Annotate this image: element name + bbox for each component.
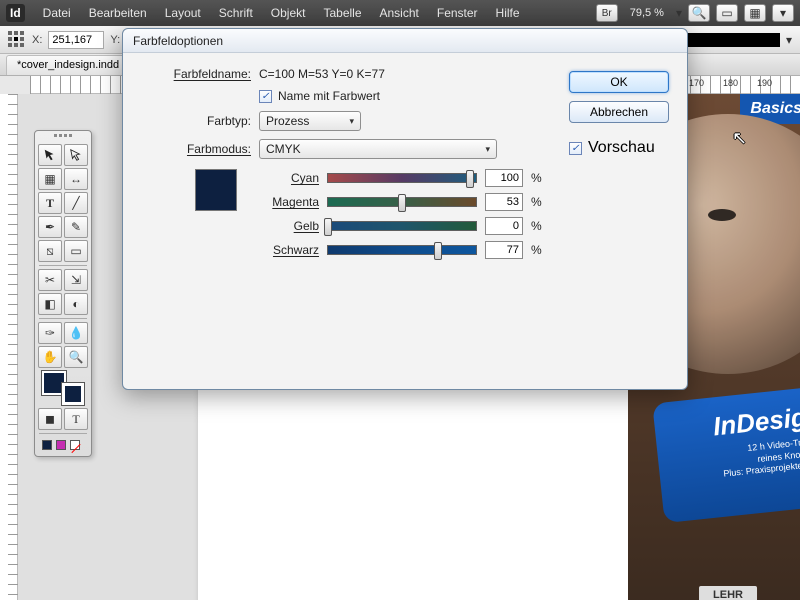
dialog-title[interactable]: Farbfeldoptionen: [123, 29, 687, 53]
percent-label: %: [531, 243, 545, 257]
reference-point-icon[interactable]: [8, 31, 26, 49]
color-chip[interactable]: [42, 440, 52, 450]
free-transform-tool[interactable]: ⇲: [64, 269, 88, 291]
apply-text-button[interactable]: T: [64, 408, 88, 430]
magenta-label: Magenta: [259, 195, 319, 209]
menu-bearbeiten[interactable]: Bearbeiten: [81, 4, 155, 22]
x-label: X:: [32, 34, 42, 46]
panel-grip-icon[interactable]: [38, 134, 88, 142]
ruler-tick-label: 180: [723, 78, 738, 88]
zoom-level[interactable]: 79,5 %: [624, 7, 670, 19]
cyan-label: Cyan: [259, 171, 319, 185]
black-label: Schwarz: [259, 243, 319, 257]
cancel-button[interactable]: Abbrechen: [569, 101, 669, 123]
menu-schrift[interactable]: Schrift: [211, 4, 261, 22]
percent-label: %: [531, 171, 545, 185]
zoom-tool[interactable]: 🔍: [64, 346, 88, 368]
tools-panel[interactable]: ▦ ↔ T ╱ ✒ ✎ ⧅ ▭ ✂ ⇲ ◧ ◐ ✑ 💧 ✋: [34, 130, 92, 457]
color-preview-swatch: [195, 169, 237, 211]
swatch-name-value: C=100 M=53 Y=0 K=77: [259, 67, 385, 81]
cyan-slider[interactable]: [327, 173, 477, 183]
slider-thumb-icon[interactable]: [398, 194, 406, 212]
x-field[interactable]: [48, 31, 104, 49]
ruler-vertical[interactable]: [0, 94, 18, 600]
color-chip[interactable]: [56, 440, 66, 450]
ok-button[interactable]: OK: [569, 71, 669, 93]
line-tool[interactable]: ╱: [64, 192, 88, 214]
checkmark-icon: ✓: [259, 90, 272, 103]
percent-label: %: [531, 195, 545, 209]
cover-title-box: InDesign 12 h Video-Training reines Know…: [652, 385, 800, 523]
slider-thumb-icon[interactable]: [434, 242, 442, 260]
app-logo-icon: Id: [6, 4, 25, 22]
ruler-tick-label: 190: [757, 78, 772, 88]
menu-fenster[interactable]: Fenster: [429, 4, 486, 22]
stroke-color-icon[interactable]: [62, 383, 84, 405]
stroke-style-preview[interactable]: [680, 33, 780, 47]
chevron-down-icon[interactable]: ▾: [676, 7, 682, 19]
checkmark-icon: ✓: [569, 142, 582, 155]
scissors-tool[interactable]: ✂: [38, 269, 62, 291]
colortype-dropdown[interactable]: Prozess: [259, 111, 361, 131]
slider-thumb-icon[interactable]: [466, 170, 474, 188]
selection-tool[interactable]: [38, 144, 62, 166]
yellow-slider[interactable]: [327, 221, 477, 231]
y-label: Y:: [110, 34, 120, 46]
yellow-label: Gelb: [259, 219, 319, 233]
note-tool[interactable]: ✑: [38, 322, 62, 344]
screenmode-button[interactable]: ▭: [716, 4, 738, 22]
name-with-value-checkbox[interactable]: ✓ Name mit Farbwert: [259, 89, 380, 103]
preview-checkbox[interactable]: ✓ Vorschau: [569, 139, 669, 157]
bridge-button[interactable]: Br: [596, 4, 618, 22]
cyan-field[interactable]: [485, 169, 523, 187]
magenta-slider[interactable]: [327, 197, 477, 207]
apply-color-button[interactable]: ◼: [38, 408, 62, 430]
ruler-tick-label: 170: [689, 78, 704, 88]
document-tab[interactable]: *cover_indesign.indd: [6, 55, 130, 75]
colortype-label: Farbtyp:: [141, 114, 259, 128]
color-chip[interactable]: [70, 440, 80, 450]
search-icon[interactable]: 🔍: [688, 4, 710, 22]
pen-tool[interactable]: ✒: [38, 216, 62, 238]
page-tool[interactable]: ▦: [38, 168, 62, 190]
menu-datei[interactable]: Datei: [35, 4, 79, 22]
colormode-dropdown[interactable]: CMYK: [259, 139, 497, 159]
swatch-name-label: Farbfeldname:: [141, 67, 259, 81]
eyedropper-tool[interactable]: 💧: [64, 322, 88, 344]
cover-lehr-label: LEHR: [699, 586, 757, 600]
rectangle-frame-tool[interactable]: ⧅: [38, 240, 62, 262]
black-slider[interactable]: [327, 245, 477, 255]
yellow-field[interactable]: [485, 217, 523, 235]
gradient-feather-tool[interactable]: ◐: [64, 293, 88, 315]
menu-objekt[interactable]: Objekt: [263, 4, 314, 22]
menu-ansicht[interactable]: Ansicht: [372, 4, 427, 22]
chevron-down-icon[interactable]: ▾: [786, 34, 792, 46]
type-tool[interactable]: T: [38, 192, 62, 214]
slider-thumb-icon[interactable]: [324, 218, 332, 236]
hand-tool[interactable]: ✋: [38, 346, 62, 368]
colormode-label: Farbmodus:: [141, 142, 259, 156]
color-chips: [38, 437, 88, 453]
app-menubar: Id Datei Bearbeiten Layout Schrift Objek…: [0, 0, 800, 26]
percent-label: %: [531, 219, 545, 233]
gap-tool[interactable]: ↔: [64, 168, 88, 190]
black-field[interactable]: [485, 241, 523, 259]
magenta-field[interactable]: [485, 193, 523, 211]
arrange-button[interactable]: ▦: [744, 4, 766, 22]
gradient-swatch-tool[interactable]: ◧: [38, 293, 62, 315]
rectangle-tool[interactable]: ▭: [64, 240, 88, 262]
swatch-options-dialog: Farbfeldoptionen Farbfeldname: C=100 M=5…: [122, 28, 688, 390]
pencil-tool[interactable]: ✎: [64, 216, 88, 238]
fill-stroke-swatch[interactable]: [40, 371, 86, 405]
menu-layout[interactable]: Layout: [157, 4, 209, 22]
menu-tabelle[interactable]: Tabelle: [315, 4, 369, 22]
direct-selection-tool[interactable]: [64, 144, 88, 166]
menu-hilfe[interactable]: Hilfe: [488, 4, 528, 22]
workspace-button[interactable]: ▾: [772, 4, 794, 22]
